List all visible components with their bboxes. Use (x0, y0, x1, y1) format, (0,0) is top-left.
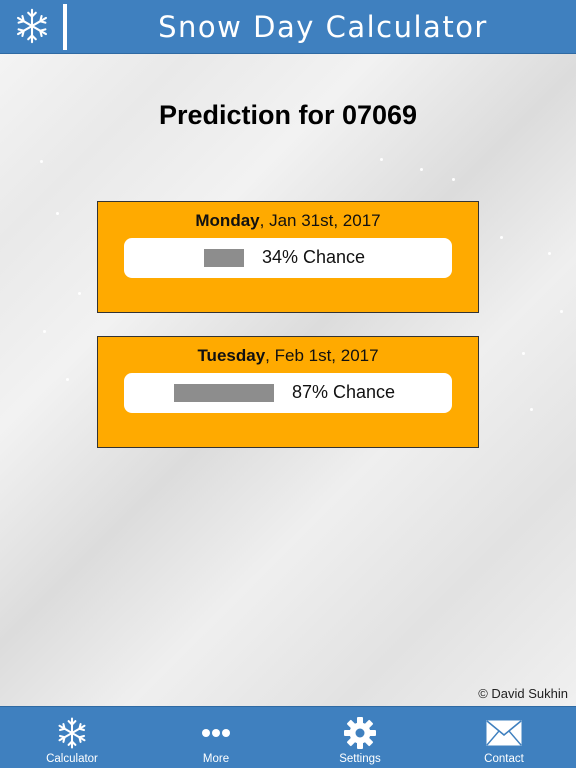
tab-contact[interactable]: Contact (432, 707, 576, 768)
tab-settings[interactable]: Settings (288, 707, 432, 768)
header-divider (63, 4, 67, 50)
day-label: Monday, Jan 31st, 2017 (98, 211, 478, 231)
day-name: Tuesday (197, 346, 266, 365)
prediction-title: Prediction for 07069 (158, 100, 418, 130)
snowflake-icon (55, 715, 89, 751)
chance-box: 87% Chance (124, 373, 452, 413)
day-card-tuesday: Tuesday, Feb 1st, 2017 87% Chance (97, 336, 479, 448)
app-header: Snow Day Calculator (0, 0, 576, 54)
chance-text: 87% Chance (292, 382, 396, 402)
app-title: Snow Day Calculator (158, 10, 488, 44)
day-date: , Feb 1st, 2017 (265, 346, 379, 365)
chance-text: 34% Chance (262, 247, 366, 267)
day-label: Tuesday, Feb 1st, 2017 (98, 346, 478, 366)
tab-calculator[interactable]: Calculator (0, 707, 144, 768)
gear-icon (343, 715, 377, 751)
mail-icon (486, 715, 522, 751)
chance-bar (204, 249, 244, 267)
day-name: Monday (195, 211, 260, 230)
day-card-monday: Monday, Jan 31st, 2017 34% Chance (97, 201, 479, 313)
tab-more[interactable]: More (144, 707, 288, 768)
tab-label: Contact (484, 753, 524, 765)
day-date: , Jan 31st, 2017 (259, 211, 381, 230)
chance-box: 34% Chance (124, 238, 452, 278)
tab-label: More (202, 753, 230, 765)
copyright-text: © David Sukhin (478, 686, 568, 701)
chance-bar (174, 384, 274, 402)
tab-label: Calculator (46, 753, 98, 765)
tab-label: Settings (339, 753, 381, 765)
snowflake-icon (10, 4, 54, 48)
tab-bar: Calculator More Settings Contact (0, 706, 576, 768)
more-dots-icon (199, 715, 233, 751)
